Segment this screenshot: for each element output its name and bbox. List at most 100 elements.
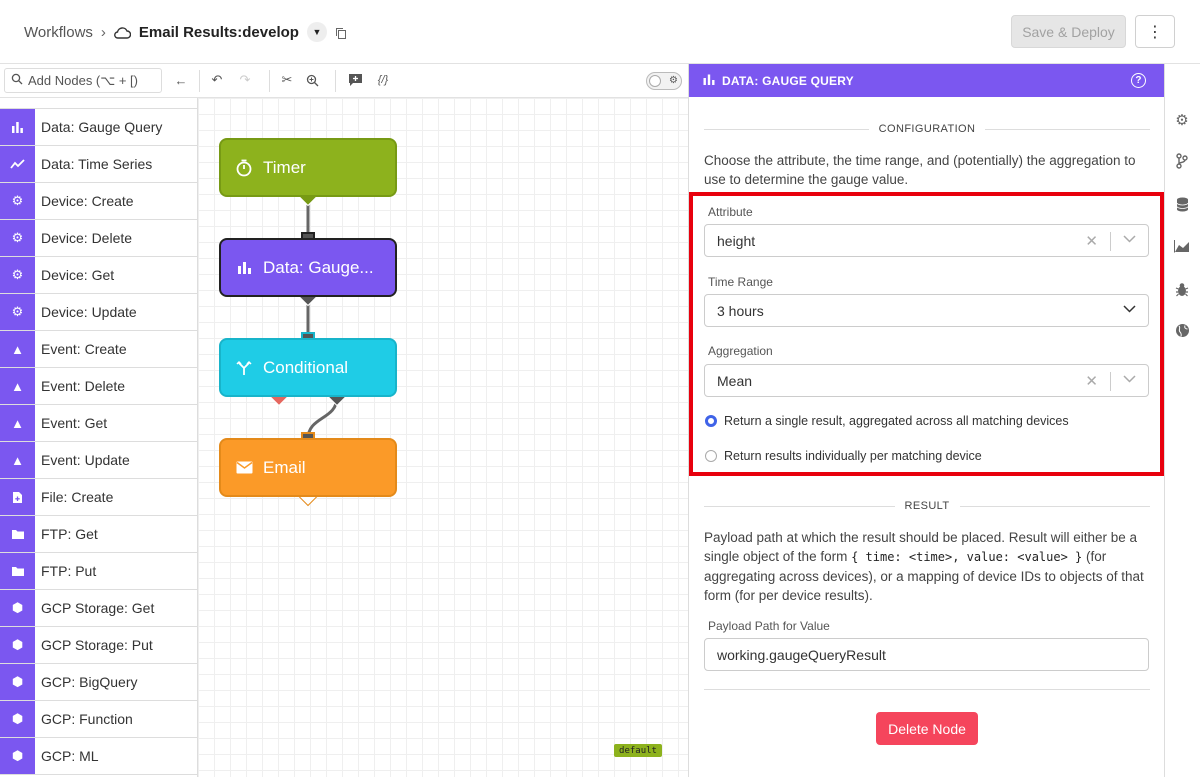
variables-icon[interactable]: {/} [372,71,394,89]
palette-item-label: GCP: Function [41,711,133,727]
radio-button[interactable] [705,450,717,462]
palette-item-label: Event: Create [41,341,127,357]
database-icon[interactable] [1173,195,1191,213]
palette-item[interactable]: File: Create [0,479,197,516]
file-icon [0,479,35,515]
version-dropdown-icon[interactable]: ▼ [306,22,327,42]
palette-item[interactable]: ⬢ GCP Storage: Get [0,590,197,627]
divider [704,689,1150,690]
heading-rule [704,505,895,507]
palette-item-label: Device: Update [41,304,137,320]
add-nodes-search[interactable]: Add Nodes (⌥ + [) [4,68,162,93]
breadcrumb-workflows-link[interactable]: Workflows [24,24,93,41]
workflow-name: Email Results:develop [138,23,299,41]
undo-icon[interactable]: ↶ [208,71,226,89]
comment-icon[interactable] [346,71,364,89]
redo-icon[interactable]: ↷ [236,71,254,89]
node-timer[interactable]: Timer [219,138,397,197]
canvas-toggle[interactable]: ⚙ [646,72,682,90]
breadcrumb-separator: › [100,23,106,41]
palette-item[interactable]: Data: Gauge Query [0,109,197,146]
panel-header: DATA: GAUGE QUERY ? [689,64,1164,97]
palette-item[interactable]: ⬢ GCP: Function [0,701,197,738]
palette-item[interactable]: ▲ Event: Get [0,405,197,442]
palette-item[interactable]: ⚙ Device: Delete [0,220,197,257]
palette-item[interactable]: ⚙ Device: Create [0,183,197,220]
default-version-tag: default [614,744,662,757]
more-options-button[interactable]: ⋮ [1135,15,1175,48]
breadcrumb: Workflows › Email Results:develop ▼ [24,22,347,42]
delete-node-button[interactable]: Delete Node [876,712,978,745]
heading-rule [959,505,1151,507]
gcp-icon: ⬢ [0,738,35,774]
node-email[interactable]: Email [219,438,397,497]
palette-item-label: GCP Storage: Put [41,637,153,653]
chevron-down-icon[interactable] [1123,301,1136,316]
palette-item[interactable]: ⬢ GCP Storage: Put [0,627,197,664]
node-label: Timer [263,157,306,177]
palette-item[interactable]: ▲ Event: Update [0,442,197,479]
chevron-down-icon[interactable] [1123,371,1136,386]
toggle-knob [649,75,661,87]
palette-item[interactable]: ⚙ Device: Get [0,257,197,294]
gear-icon[interactable]: ⚙ [1173,111,1191,129]
palette-item[interactable]: ⬢ GCP: BigQuery [0,664,197,701]
collapse-palette-icon[interactable]: ← [172,71,190,89]
chevron-down-icon[interactable] [1123,231,1136,246]
warning-icon: ▲ [0,331,35,367]
clear-icon[interactable]: ✕ [1085,232,1098,250]
payload-path-label: Payload Path for Value [708,619,830,633]
palette-item[interactable]: ⚙ Device: Update [0,294,197,331]
palette-item[interactable]: ▲ Event: Create [0,331,197,368]
clear-icon[interactable]: ✕ [1085,372,1098,390]
palette-item[interactable]: Data: Time Series [0,146,197,183]
result-heading-text: RESULT [904,500,950,512]
radio-individual-results[interactable]: Return results individually per matching… [705,449,982,463]
palette-item-label: Event: Get [41,415,108,431]
select-divider [1110,372,1111,391]
zoom-icon[interactable] [303,71,321,89]
globe-icon[interactable] [1173,321,1191,339]
palette-item-label: GCP: ML [41,748,99,764]
palette-item-label: Data: Gauge Query [41,119,163,135]
device-icon: ⚙ [0,220,35,256]
palette-item-label: GCP: BigQuery [41,674,138,690]
result-heading: RESULT [704,500,1151,512]
radio-button-selected[interactable] [705,415,717,427]
branch-icon[interactable] [1173,152,1191,170]
node-config-panel: DATA: GAUGE QUERY ? CONFIGURATION Choose… [688,64,1164,777]
device-icon: ⚙ [0,257,35,293]
payload-path-value: working.gaugeQueryResult [717,646,886,663]
cut-icon[interactable]: ✂ [278,71,296,89]
save-deploy-button[interactable]: Save & Deploy [1011,15,1126,48]
payload-path-input[interactable]: working.gaugeQueryResult [704,638,1149,671]
palette-item-label: Device: Delete [41,230,133,246]
canvas-toolbar: Add Nodes (⌥ + [) ← ↶ ↷ ✂ {/} ⚙ [0,64,688,98]
area-chart-icon[interactable] [1173,237,1191,255]
aggregation-select[interactable]: Mean ✕ [704,364,1149,397]
palette-item[interactable]: FTP: Put [0,553,197,590]
palette-item[interactable]: ▲ Event: Delete [0,368,197,405]
palette-top-row [0,98,197,109]
time-range-select[interactable]: 3 hours [704,294,1149,327]
node-gauge-query[interactable]: Data: Gauge... [219,238,397,297]
result-code: { time: <time>, value: <value> } [851,550,1083,564]
radio-single-result[interactable]: Return a single result, aggregated acros… [705,414,1069,428]
warning-icon: ▲ [0,368,35,404]
attribute-select[interactable]: height ✕ [704,224,1149,257]
copy-icon[interactable] [335,26,347,39]
aggregation-value: Mean [717,372,753,389]
bug-icon[interactable] [1173,280,1191,298]
cloud-icon [113,26,132,39]
help-icon[interactable]: ? [1131,73,1146,88]
radio-single-label: Return a single result, aggregated acros… [724,414,1069,428]
node-conditional[interactable]: Conditional [219,338,397,397]
workflow-canvas[interactable]: Timer Data: Gauge... Conditional Email d… [198,98,688,777]
palette-item[interactable]: ⬢ GCP: ML [0,738,197,775]
gear-icon: ⚙ [669,75,678,86]
palette-item[interactable]: FTP: Get [0,516,197,553]
palette-item-label: Data: Time Series [41,156,153,172]
palette-item-label: GCP Storage: Get [41,600,155,616]
toolbar-divider [269,70,270,92]
search-icon [11,73,23,88]
